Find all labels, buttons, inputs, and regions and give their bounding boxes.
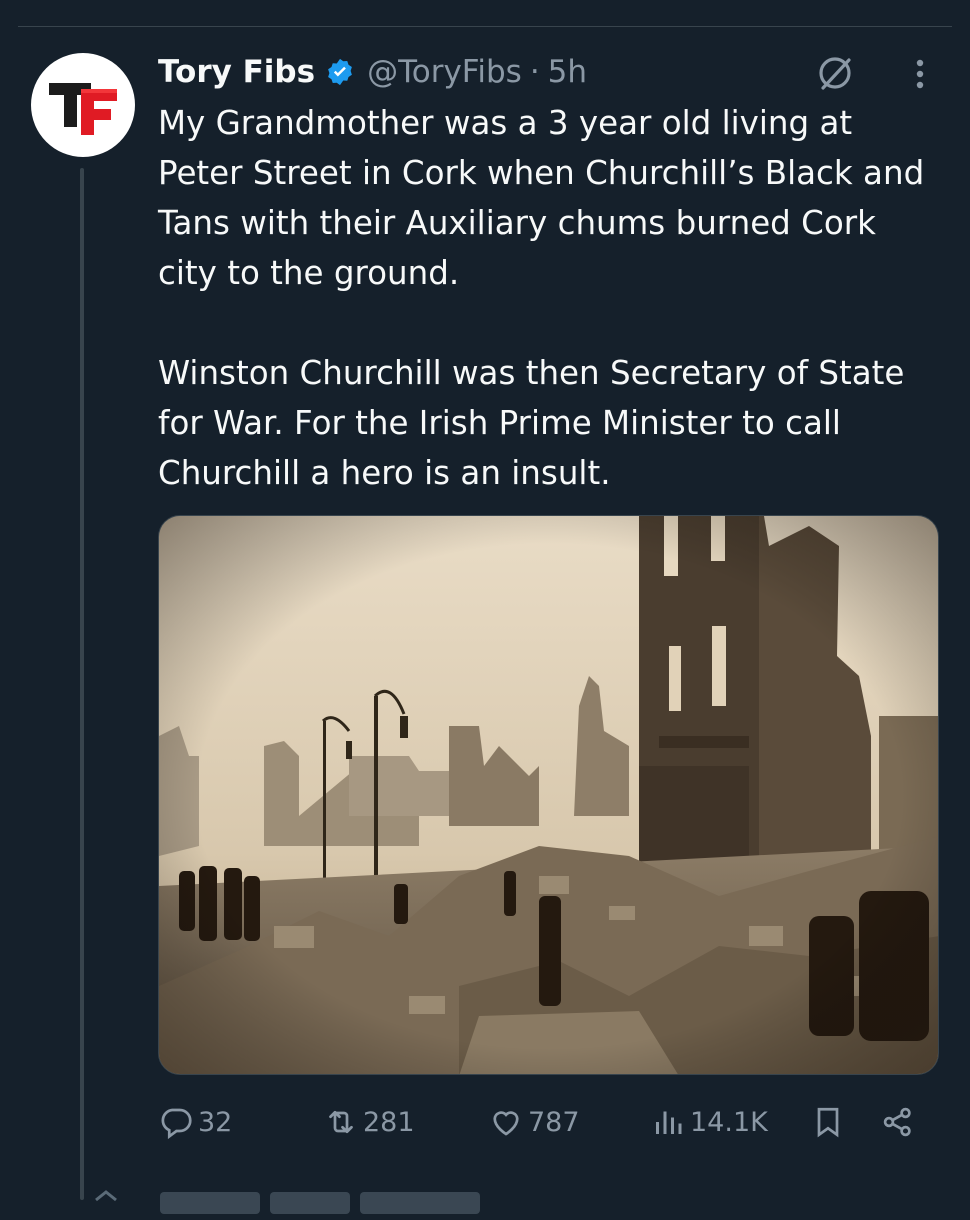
repost-button[interactable]: 281 (323, 1098, 415, 1146)
tweet-header: Tory Fibs @ToryFibs · 5h (158, 50, 587, 94)
bookmark-button[interactable] (810, 1098, 846, 1146)
reply-icon (161, 1108, 192, 1140)
verified-badge-icon[interactable] (325, 57, 355, 87)
share-button[interactable] (880, 1098, 916, 1146)
reply-button[interactable]: 32 (158, 1098, 232, 1146)
views-count: 14.1K (690, 1106, 768, 1138)
reply-count: 32 (198, 1106, 233, 1138)
share-icon (883, 1107, 911, 1137)
next-reply-row-cutoff (88, 1186, 688, 1216)
like-button[interactable]: 787 (488, 1098, 580, 1146)
tweet-paragraph: My Grandmother was a 3 year old living a… (158, 104, 925, 292)
tweet-paragraph: Winston Churchill was then Secretary of … (158, 354, 905, 492)
tweet-time[interactable]: 5h (548, 54, 587, 90)
thread-line (80, 168, 84, 1200)
repost-count: 281 (363, 1106, 415, 1138)
author-name[interactable]: Tory Fibs (158, 54, 315, 90)
top-divider (18, 26, 952, 27)
more-icon[interactable] (905, 56, 935, 92)
avatar-logo (49, 83, 117, 135)
grok-icon[interactable] (814, 52, 856, 94)
bookmark-icon (817, 1107, 839, 1138)
tweet-text: My Grandmother was a 3 year old living a… (158, 98, 938, 498)
tweet-photo[interactable] (158, 515, 939, 1075)
action-bar: 32 281 787 14.1K (158, 1098, 938, 1146)
ruins-photo-image (159, 516, 938, 1074)
views-button[interactable]: 14.1K (650, 1098, 768, 1146)
views-icon (656, 1111, 682, 1134)
repost-icon (329, 1110, 353, 1134)
like-count: 787 (528, 1106, 580, 1138)
heart-icon (493, 1111, 519, 1136)
avatar[interactable] (31, 53, 135, 157)
separator-dot: · (529, 54, 540, 90)
author-handle[interactable]: @ToryFibs (367, 54, 522, 90)
